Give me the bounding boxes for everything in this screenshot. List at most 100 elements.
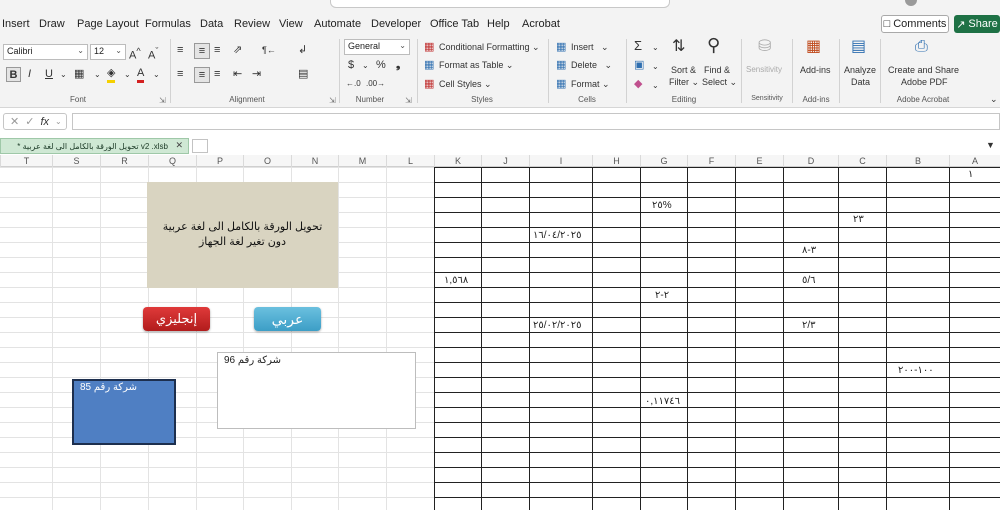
column-header-b[interactable]: B [886,155,949,167]
sort-filter-button-2[interactable]: Filter ⌄ [669,77,699,88]
chevron-down-icon[interactable]: ⌄ [55,117,62,126]
title-shape[interactable]: تحويل الورقة بالكامل الى لغة عربية دون ت… [147,182,338,288]
decrease-font-icon[interactable]: Aˇ [148,44,158,63]
column-header-d[interactable]: D [783,155,838,167]
decrease-decimal-icon[interactable]: .00→ [366,77,385,91]
format-cells-button[interactable]: Format ⌄ [571,79,610,90]
dialog-launcher-icon[interactable]: ⇲ [159,96,166,105]
conditional-formatting-button[interactable]: Conditional Formatting ⌄ [439,42,540,53]
sensitivity-button[interactable]: Sensitivity [746,65,782,74]
format-as-table-button[interactable]: Format as Table ⌄ [439,60,513,71]
tab-draw[interactable]: Draw [39,18,65,30]
rtl-direction-icon[interactable]: ¶← [262,43,276,57]
chevron-down-icon[interactable]: ⌄ [153,68,160,82]
increase-decimal-icon[interactable]: ←.0 [346,77,361,91]
share-button[interactable]: ↗ Share [954,15,1000,33]
column-header-t[interactable]: T [0,155,52,167]
column-header-s[interactable]: S [52,155,100,167]
align-top-icon[interactable]: ≡ [177,43,183,57]
textbox-company-96[interactable]: شركة رقم 96 [217,352,416,429]
tab-view[interactable]: View [279,18,303,30]
tab-automate[interactable]: Automate [314,18,361,30]
delete-cells-button[interactable]: Delete ⌄ [571,60,612,71]
column-header-p[interactable]: P [196,155,243,167]
english-button[interactable]: إنجليزي [143,307,210,331]
autosum-icon[interactable]: Σ [634,39,642,53]
find-select-button-2[interactable]: Select ⌄ [702,77,737,88]
tab-acrobat[interactable]: Acrobat [522,18,560,30]
arabic-button[interactable]: عربي [254,307,321,331]
tab-help[interactable]: Help [487,18,510,30]
font-size-combo[interactable]: 12 ⌄ [90,44,126,60]
borders-icon[interactable]: ▦ [74,67,84,81]
column-header-e[interactable]: E [735,155,783,167]
cell-c-number[interactable]: ٢٣ [853,213,864,227]
find-select-button[interactable]: Find & [704,65,730,75]
textbox-company-85[interactable]: شركة رقم 85 [72,379,176,445]
column-header-f[interactable]: F [687,155,735,167]
column-header-c[interactable]: C [838,155,886,167]
search-box[interactable] [330,0,670,8]
tab-review[interactable]: Review [234,18,270,30]
column-header-m[interactable]: M [338,155,386,167]
font-color-icon[interactable]: A [137,66,145,83]
currency-icon[interactable]: $ [348,58,354,72]
dialog-launcher-icon[interactable]: ⇲ [329,96,336,105]
column-header-o[interactable]: O [243,155,291,167]
chevron-down-icon[interactable]: ⌄ [652,60,659,74]
orientation-icon[interactable]: ⇗ [233,43,242,57]
chevron-down-icon[interactable]: ⌄ [94,68,101,82]
column-header-j[interactable]: J [481,155,529,167]
number-format-combo[interactable]: General ⌄ [344,39,410,55]
chevron-down-icon[interactable]: ⌄ [652,79,659,93]
increase-indent-icon[interactable]: ⇥ [252,67,261,81]
chevron-down-icon[interactable]: ⌄ [124,68,131,82]
tab-data[interactable]: Data [200,18,223,30]
decrease-indent-icon[interactable]: ⇤ [233,67,242,81]
underline-icon[interactable]: U [45,67,53,81]
tab-page-layout[interactable]: Page Layout [77,18,139,30]
comments-button[interactable]: □ Comments [881,15,949,33]
cancel-icon[interactable]: ✕ [10,115,19,128]
comma-style-icon[interactable]: ❟ [396,58,400,72]
font-name-combo[interactable]: Calibri ⌄ [3,44,88,60]
column-header-h[interactable]: H [592,155,640,167]
close-icon[interactable]: ✕ [175,140,183,151]
merge-center-icon[interactable]: ▤ [298,67,308,81]
cell-d-fraction2[interactable]: ٢/٣ [802,319,816,333]
cell-i-date2[interactable]: ٢٥/٠٢/٢٠٢٥ [533,319,582,333]
align-center-icon[interactable]: ≡ [194,67,210,83]
chevron-down-icon[interactable]: ⌄ [60,68,67,82]
align-middle-icon[interactable]: ≡ [194,43,210,59]
column-header-i[interactable]: I [529,155,592,167]
new-tab-button[interactable] [192,139,208,153]
clear-icon[interactable]: ◆ [634,77,642,91]
increase-font-icon[interactable]: A^ [129,44,141,63]
chevron-down-icon[interactable]: ⌄ [652,41,659,55]
tab-insert[interactable]: Insert [2,18,30,30]
formula-input[interactable] [72,113,1000,130]
cell-d-fraction[interactable]: ٥/٦ [802,274,816,288]
cell-g-range[interactable]: ٢-٢ [655,289,669,303]
name-box[interactable]: ✕ ✓ fx ⌄ [3,113,67,130]
enter-icon[interactable]: ✓ [25,115,34,128]
column-header-r[interactable]: R [100,155,148,167]
column-header-g[interactable]: G [640,155,687,167]
column-header-l[interactable]: L [386,155,434,167]
column-header-a[interactable]: A [949,155,1000,167]
cell-d-range[interactable]: ٣-٨ [802,244,816,258]
sort-filter-button[interactable]: Sort & [671,65,696,75]
user-avatar[interactable] [905,0,917,6]
align-right-icon[interactable]: ≡ [214,67,220,81]
document-tab[interactable]: * تحويل الورقة بالكامل الى لغة عربية v2 … [0,138,189,154]
tab-developer[interactable]: Developer [371,18,421,30]
add-ins-button[interactable]: Add-ins [800,65,831,75]
insert-cells-button[interactable]: Insert ⌄ [571,42,609,53]
chevron-down-icon[interactable]: ⌄ [362,59,369,73]
fill-icon[interactable]: ▣ [634,58,644,72]
dialog-launcher-icon[interactable]: ⇲ [405,96,412,105]
column-header-n[interactable]: N [291,155,338,167]
cell-g-percent[interactable]: ٢٥% [652,199,672,213]
analyze-data-button[interactable]: Analyze [844,65,876,75]
cell-styles-button[interactable]: Cell Styles ⌄ [439,79,492,90]
